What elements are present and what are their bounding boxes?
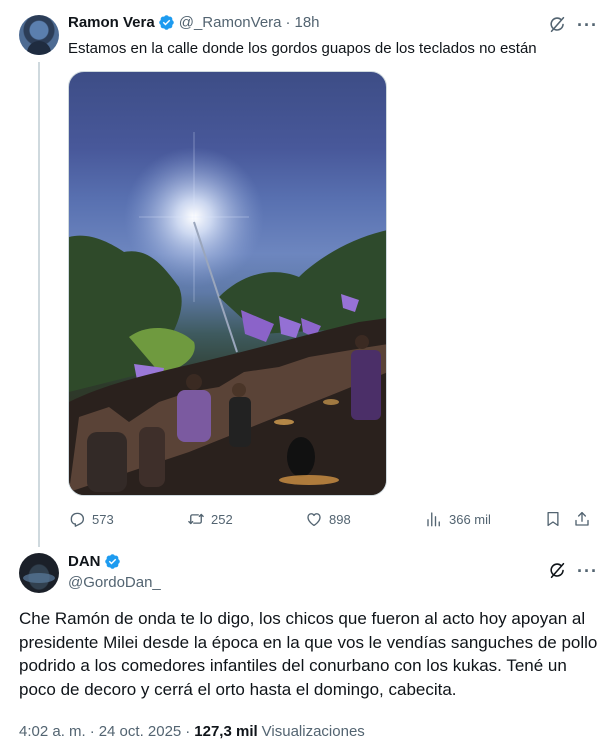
more-icon[interactable]: ··· — [577, 562, 598, 580]
views-count: 366 mil — [449, 511, 491, 527]
thread-line — [38, 62, 40, 547]
grok-icon[interactable] — [548, 561, 567, 580]
author-handle[interactable]: @_RamonVera — [179, 14, 282, 31]
tweet-time[interactable]: 18h — [295, 14, 320, 31]
reply-header: DAN — [68, 553, 125, 570]
separator: · — [89, 723, 95, 740]
reply-time[interactable]: 4:02 a. m. — [19, 723, 86, 740]
avatar-ramon-vera[interactable] — [19, 15, 59, 55]
reply-date[interactable]: 24 oct. 2025 — [99, 723, 182, 740]
reply-top-actions: ··· — [548, 561, 598, 580]
reply-text: Che Ramón de onda te lo digo, los chicos… — [19, 609, 598, 699]
reply-count: 573 — [92, 511, 114, 527]
reply-author-name[interactable]: DAN — [68, 553, 101, 570]
views-icon — [427, 512, 440, 527]
bookmark-button[interactable] — [544, 510, 568, 528]
verified-badge-icon — [158, 15, 174, 30]
tweet-actions: 573 252 898 366 mil — [68, 510, 592, 530]
separator: · — [285, 14, 291, 31]
verified-badge-icon — [104, 554, 120, 569]
tweet-photo[interactable] — [68, 71, 387, 496]
tweet-header: Ramon Vera @_RamonVera · 18h — [68, 14, 320, 31]
reply-icon — [70, 512, 85, 527]
reply-views-label[interactable]: Visualizaciones — [262, 723, 365, 740]
like-icon — [307, 513, 321, 527]
reply-meta: 4:02 a. m. · 24 oct. 2025 · 127,3 mil Vi… — [19, 723, 365, 740]
reply-author-handle[interactable]: @GordoDan_ — [68, 574, 161, 591]
repost-count: 252 — [211, 511, 233, 527]
more-icon[interactable]: ··· — [577, 16, 598, 34]
avatar-dan[interactable] — [19, 553, 59, 593]
bookmark-icon — [547, 511, 559, 527]
grok-icon[interactable] — [548, 15, 567, 34]
share-icon — [575, 511, 589, 526]
share-button[interactable] — [573, 510, 597, 528]
like-button[interactable]: 898 — [305, 510, 351, 528]
photo-illustration — [69, 132, 386, 495]
tweet-text: Estamos en la calle donde los gordos gua… — [68, 40, 537, 57]
like-count: 898 — [329, 511, 351, 527]
reply-views-count: 127,3 mil — [194, 723, 258, 740]
tweet-top-actions: ··· — [548, 15, 598, 34]
separator: · — [185, 723, 191, 740]
repost-icon — [188, 513, 204, 525]
author-name[interactable]: Ramon Vera — [68, 14, 155, 31]
reply-button[interactable]: 573 — [68, 510, 114, 528]
views-button[interactable]: 366 mil — [425, 510, 491, 528]
repost-button[interactable]: 252 — [187, 510, 233, 528]
